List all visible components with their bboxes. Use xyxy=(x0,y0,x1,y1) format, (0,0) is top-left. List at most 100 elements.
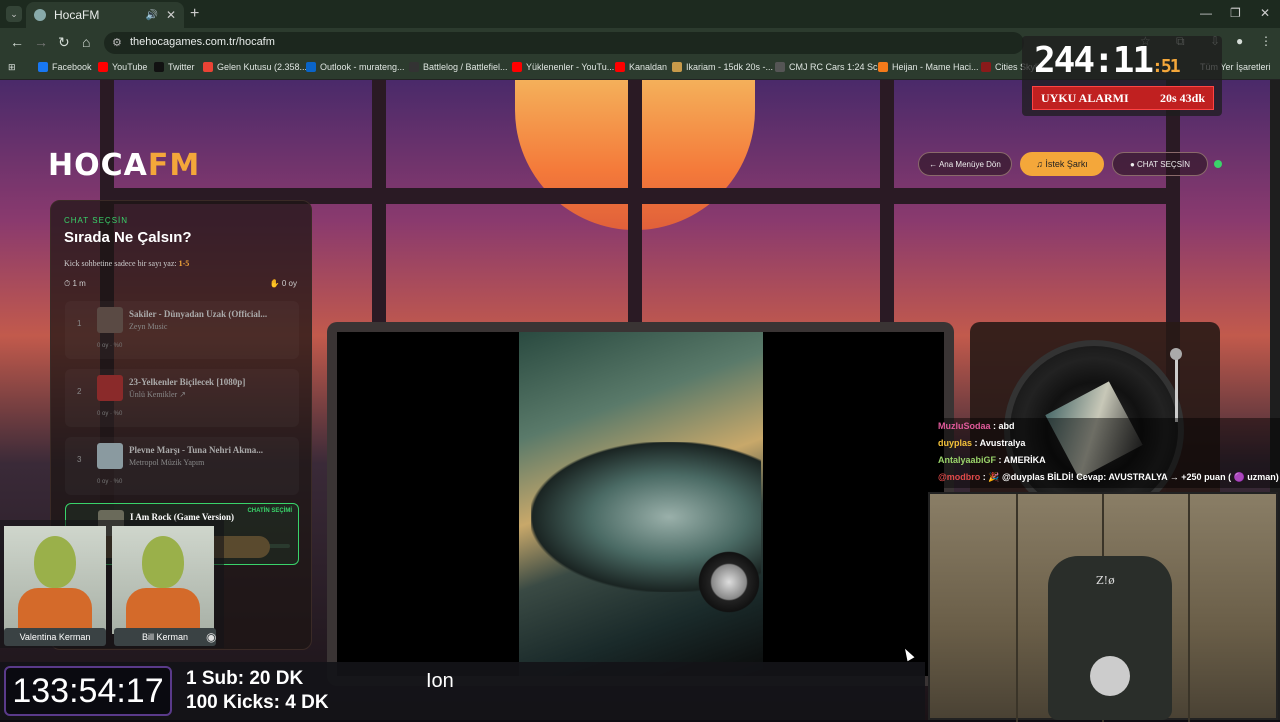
logo-main: HOCA xyxy=(48,148,148,183)
hocafm-logo[interactable]: HOCAFM xyxy=(48,148,200,183)
queue-item: 1 Sakiler - Dünyadan Uzak (Official... Z… xyxy=(65,301,299,359)
queue-hint: Kick sohbetine sadece bir sayı yaz: 1-5 xyxy=(64,259,189,268)
subathon-countdown: 133:54:17 xyxy=(4,666,172,716)
hint-range: 1-5 xyxy=(178,259,190,268)
bookmark-label: CMJ RC Cars 1:24 Sc... xyxy=(789,62,886,72)
cmj-icon xyxy=(775,62,785,72)
bookmark-3[interactable]: Gelen Kutusu (2.358... xyxy=(203,62,307,72)
queue-title: Sırada Ne Çalsın? xyxy=(64,229,192,246)
gaming-chair: Z!ø xyxy=(1048,556,1172,720)
favicon-icon xyxy=(34,9,46,21)
queue-item: 3 Plevne Marşı - Tuna Nehri Akma... Metr… xyxy=(65,437,299,495)
hint-text: Kick sohbetine sadece bir sayı yaz: xyxy=(64,259,179,268)
speaker-icon[interactable]: 🔊 xyxy=(146,10,158,21)
vote-total: ✋ 0 oy xyxy=(269,279,297,288)
item-thumbnail xyxy=(97,375,123,401)
sleep-alarm: UYKU ALARMI 20s 43dk xyxy=(1032,86,1214,110)
stream-timer-box: 244:11:51 UYKU ALARMI 20s 43dk xyxy=(1022,36,1222,116)
item-votes: 0 oy · %0 xyxy=(97,343,123,349)
bookmark-label: YouTube xyxy=(112,62,148,72)
bookmark-8[interactable]: Ikariam - 15dk 20s -... xyxy=(672,62,773,72)
alarm-label: UYKU ALARMI xyxy=(1041,90,1129,105)
youtube-icon xyxy=(512,62,522,72)
item-number: 1 xyxy=(77,319,82,328)
bookmark-2[interactable]: Twitter xyxy=(154,62,195,72)
chat-text: : AMERİKA xyxy=(996,455,1046,465)
item-title: Plevne Marşı - Tuna Nehri Akma... xyxy=(129,445,264,455)
wardrobe-edge xyxy=(1016,494,1018,722)
home-icon[interactable]: ⌂ xyxy=(82,34,90,50)
new-tab-icon[interactable]: + xyxy=(190,5,199,23)
wardrobe-edge xyxy=(1188,494,1190,722)
bookmark-label: Battlelog / Battlefiel... xyxy=(423,62,508,72)
tab-hocafm[interactable]: HocaFM 🔊 ✕ xyxy=(26,2,184,28)
queue-item: 2 23-Yelkenler Biçilecek [1080p] Ünlü Ke… xyxy=(65,369,299,427)
kerbal-name-right: Bill Kerman xyxy=(114,628,216,646)
forward-arrow-icon[interactable]: → xyxy=(34,34,48,50)
item-thumbnail xyxy=(97,443,123,469)
target-icon: ◉ xyxy=(206,630,217,644)
webcam-overlay: Z!ø xyxy=(928,492,1278,722)
item-number: 3 xyxy=(77,455,82,464)
url-text: thehocagames.com.tr/hocafm xyxy=(130,36,275,48)
address-bar[interactable]: ⚙ thehocagames.com.tr/hocafm xyxy=(104,32,1024,54)
chat-message: AntalyaabiGF : AMERİKA xyxy=(938,455,1046,465)
close-window-icon[interactable]: ✕ xyxy=(1260,6,1270,20)
chat-overlay: MuzluSodaa : abd duyplas : Avustralya An… xyxy=(934,418,1280,488)
x-twitter-icon xyxy=(154,62,164,72)
kerbal-head xyxy=(34,536,76,588)
chat-select-button[interactable]: ● CHAT SEÇSİN xyxy=(1112,152,1208,176)
live-indicator xyxy=(1214,160,1222,168)
bookmark-5[interactable]: Battlelog / Battlefiel... xyxy=(409,62,508,72)
stream-timer: 244:11:51 xyxy=(1034,40,1181,81)
youtube-icon xyxy=(98,62,108,72)
bookmark-1[interactable]: YouTube xyxy=(98,62,147,72)
ticker-text: Ion xyxy=(426,670,454,692)
gmail-icon xyxy=(203,62,213,72)
wheel-image xyxy=(694,547,764,617)
kerbal-overlay: Valentina Kerman Bill Kerman ◉ xyxy=(0,520,224,648)
kerbal-portrait xyxy=(4,526,106,634)
profile-icon[interactable]: ● xyxy=(1236,34,1243,48)
chat-message: duyplas : Avustralya xyxy=(938,438,1025,448)
bookmark-label: Outlook - murateng... xyxy=(320,62,405,72)
vote-timer: ⏱ 1 m xyxy=(64,279,86,288)
item-title: 23-Yelkenler Biçilecek [1080p] xyxy=(129,377,246,387)
heijan-icon xyxy=(878,62,888,72)
youtube-icon xyxy=(615,62,625,72)
facebook-icon xyxy=(38,62,48,72)
chat-user: @modbro xyxy=(938,472,981,482)
bookmark-0[interactable]: Facebook xyxy=(38,62,92,72)
item-thumbnail xyxy=(97,307,123,333)
chat-text: : 🎉 @duyplas BİLDİ! Cevap: AVUSTRALYA → … xyxy=(980,472,1279,482)
maximize-icon[interactable]: ❐ xyxy=(1230,6,1241,20)
chat-user: AntalyaabiGF xyxy=(938,455,997,465)
bookmark-label: Gelen Kutusu (2.358... xyxy=(217,62,308,72)
item-artist: Zeyn Music xyxy=(129,322,168,331)
logo-accent: FM xyxy=(147,148,201,183)
battlelog-icon xyxy=(409,62,419,72)
bookmark-label: Yüklenenler - YouTu... xyxy=(526,62,615,72)
bookmark-6[interactable]: Yüklenenler - YouTu... xyxy=(512,62,614,72)
song-request-button[interactable]: ♫ İstek Şarkı xyxy=(1020,152,1104,176)
menu-icon[interactable]: ⋮ xyxy=(1260,34,1272,48)
item-votes: 0 oy · %0 xyxy=(97,479,123,485)
item-votes: 0 oy · %0 xyxy=(97,411,123,417)
site-info-icon[interactable]: ⚙ xyxy=(112,36,122,49)
bookmark-4[interactable]: Outlook - murateng... xyxy=(306,62,405,72)
video-frame[interactable] xyxy=(337,332,944,676)
reload-icon[interactable]: ↻ xyxy=(58,34,70,51)
back-arrow-icon[interactable]: ← xyxy=(10,34,24,50)
close-tab-icon[interactable]: ✕ xyxy=(166,8,176,22)
bookmark-9[interactable]: CMJ RC Cars 1:24 Sc... xyxy=(775,62,885,72)
sub-rate: 1 Sub: 20 DK xyxy=(186,668,304,689)
timer-seconds: :51 xyxy=(1152,56,1180,77)
cities-icon xyxy=(981,62,991,72)
minimize-icon[interactable]: — xyxy=(1200,6,1212,20)
apps-grid-icon[interactable]: ⊞ xyxy=(8,62,16,73)
tab-search-icon[interactable]: ⌄ xyxy=(6,6,22,22)
bookmark-7[interactable]: Kanaldan xyxy=(615,62,667,72)
back-to-menu-button[interactable]: ← Ana Menüye Dön xyxy=(918,152,1012,176)
chair-pad xyxy=(1090,656,1130,696)
bookmark-10[interactable]: Heijan - Mame Haci... xyxy=(878,62,979,72)
